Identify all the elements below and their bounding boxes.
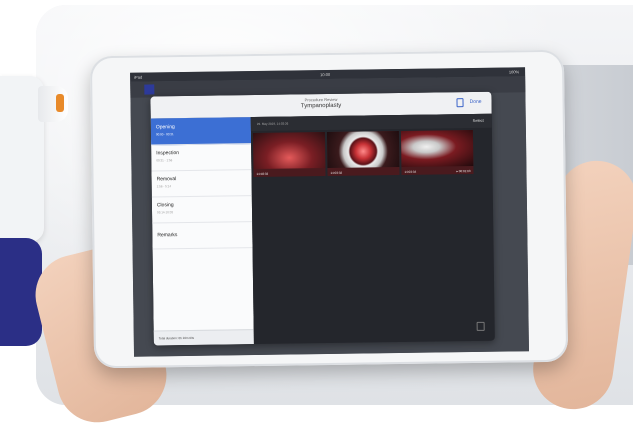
procedure-steps-list: Opening 00:00 - 00:31 Inspection 00:31 -… <box>150 117 254 346</box>
thumbnail-time: 14:03:32 <box>330 170 343 175</box>
export-icon[interactable] <box>456 98 464 108</box>
app-logo-icon <box>144 84 155 95</box>
endoscope-image <box>400 129 474 167</box>
step-time: 00:31 - 1:56 <box>156 158 173 163</box>
step-name: Closing <box>156 202 174 209</box>
step-time: 1:56 - 5:14 <box>156 184 172 189</box>
thumbnail-time: 14:03:34 <box>404 169 417 174</box>
video-duration: ▸ 00:01:03 <box>456 169 471 174</box>
tablet-device: iPad 10:00 100% Procedure Review Tympano… <box>89 49 569 369</box>
procedure-review-modal: Procedure Review Tympanoplasty Done Open… <box>150 91 495 346</box>
step-item-inspection[interactable]: Inspection 00:31 - 1:56 <box>151 143 252 172</box>
status-battery: 100% <box>508 69 520 75</box>
gallery-header: 23. May 2019, 14:03:26 Select <box>250 113 492 132</box>
status-time: 10:00 <box>320 71 331 78</box>
total-duration-bar: Total duration: 0h 10m 03s <box>153 329 254 346</box>
step-item-remarks[interactable]: Remarks <box>152 221 253 250</box>
thumbnail-time: 14:03:33 <box>256 171 269 177</box>
image-gallery: 23. May 2019, 14:03:26 Select 14:03:33 1… <box>250 113 495 345</box>
status-device: iPad <box>134 74 143 80</box>
endoscope-image <box>326 131 400 169</box>
endoscope-image <box>252 132 326 170</box>
step-name: Opening <box>155 124 175 131</box>
procedure-date: 23. May 2019, 14:03:26 <box>256 121 289 126</box>
step-name: Inspection <box>156 150 180 157</box>
select-button[interactable]: Select <box>473 118 484 123</box>
step-item-closing[interactable]: Closing 05:14-10:03 <box>151 195 253 224</box>
done-button[interactable]: Done <box>470 99 482 105</box>
step-time: 05:14-10:03 <box>157 210 174 215</box>
step-name: Remarks <box>157 232 178 239</box>
video-thumbnail[interactable]: 14:03:34 ▸ 00:01:03 <box>400 129 474 175</box>
image-thumbnail[interactable]: 14:03:32 <box>326 131 400 177</box>
trash-icon[interactable] <box>476 321 485 331</box>
total-duration-text: Total duration: 0h 10m 03s <box>158 335 195 341</box>
step-item-opening[interactable]: Opening 00:00 - 00:31 <box>150 117 252 146</box>
image-thumbnail[interactable]: 14:03:33 <box>252 132 326 178</box>
tablet-screen: iPad 10:00 100% Procedure Review Tympano… <box>130 67 530 357</box>
step-name: Removal <box>156 176 177 183</box>
step-time: 00:00 - 00:31 <box>155 132 174 137</box>
otoscope-device <box>38 86 68 122</box>
step-item-removal[interactable]: Removal 1:56 - 5:14 <box>151 169 252 198</box>
